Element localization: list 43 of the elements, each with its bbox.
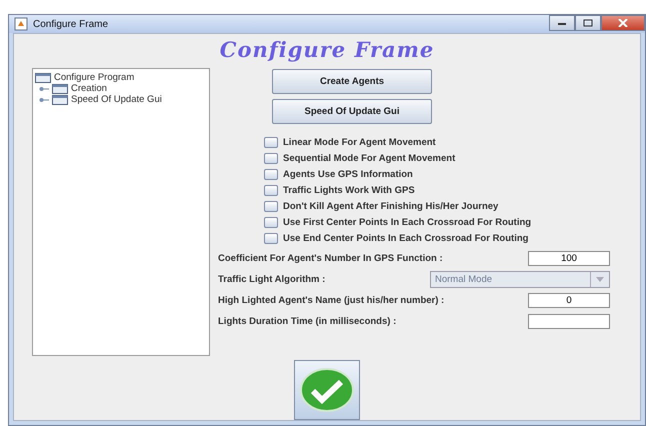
tree-item[interactable]: Speed Of Update Gui bbox=[71, 94, 162, 105]
checkbox-label: Linear Mode For Agent Movement bbox=[283, 136, 436, 148]
field-label: High Lighted Agent's Name (just his/her number) : bbox=[218, 295, 446, 306]
input-field[interactable]: 0 bbox=[528, 293, 610, 308]
window-title: Configure Frame bbox=[33, 18, 108, 30]
maximize-button[interactable] bbox=[575, 15, 601, 31]
folder-icon bbox=[52, 94, 68, 104]
folder-icon bbox=[35, 72, 51, 82]
checkbox[interactable] bbox=[264, 232, 278, 244]
checkbox[interactable] bbox=[264, 184, 278, 196]
checkbox-label: Agents Use GPS Information bbox=[283, 168, 413, 180]
checkbox-label: Sequential Mode For Agent Movement bbox=[283, 152, 456, 164]
checkbox[interactable] bbox=[264, 216, 278, 228]
tree-item[interactable]: Configure Program bbox=[54, 72, 134, 83]
checkbox[interactable] bbox=[264, 200, 278, 212]
checkbox[interactable] bbox=[264, 152, 278, 164]
checkbox-label: Use End Center Points In Each Crossroad For Routing bbox=[283, 232, 528, 244]
close-button[interactable] bbox=[601, 15, 645, 31]
field-label: Traffic Light Algorithm : bbox=[218, 274, 326, 285]
action-button[interactable]: Create Agents bbox=[272, 69, 432, 94]
checkbox[interactable] bbox=[264, 168, 278, 180]
minimize-icon bbox=[557, 20, 567, 26]
checkbox-label: Use First Center Points In Each Crossroad For Routing bbox=[283, 216, 532, 228]
action-button[interactable]: Speed Of Update Gui bbox=[272, 99, 432, 124]
field-label: Coefficient For Agent's Number In GPS Function : bbox=[218, 253, 444, 264]
field-label: Lights Duration Time (in milliseconds) : bbox=[218, 316, 398, 327]
maximize-icon bbox=[583, 19, 593, 27]
tree-line-icon bbox=[39, 86, 49, 92]
checkbox-label: Don't Kill Agent After Finishing His/Her Journey bbox=[283, 200, 498, 212]
tree-line-icon bbox=[39, 96, 49, 102]
input-field[interactable]: 100 bbox=[528, 251, 610, 266]
app-icon bbox=[14, 17, 28, 31]
frame-heading: Configure Frame bbox=[220, 37, 434, 62]
checkbox[interactable] bbox=[264, 136, 278, 148]
checkmark-icon bbox=[299, 367, 355, 413]
ok-button[interactable] bbox=[294, 360, 360, 420]
close-icon bbox=[618, 19, 628, 27]
caret-icon bbox=[596, 277, 604, 282]
minimize-button[interactable] bbox=[549, 15, 575, 31]
folder-icon bbox=[52, 84, 68, 94]
tree-item[interactable]: Creation bbox=[71, 83, 107, 94]
input-field[interactable] bbox=[528, 314, 610, 329]
checkbox-label: Traffic Lights Work With GPS bbox=[283, 184, 415, 196]
